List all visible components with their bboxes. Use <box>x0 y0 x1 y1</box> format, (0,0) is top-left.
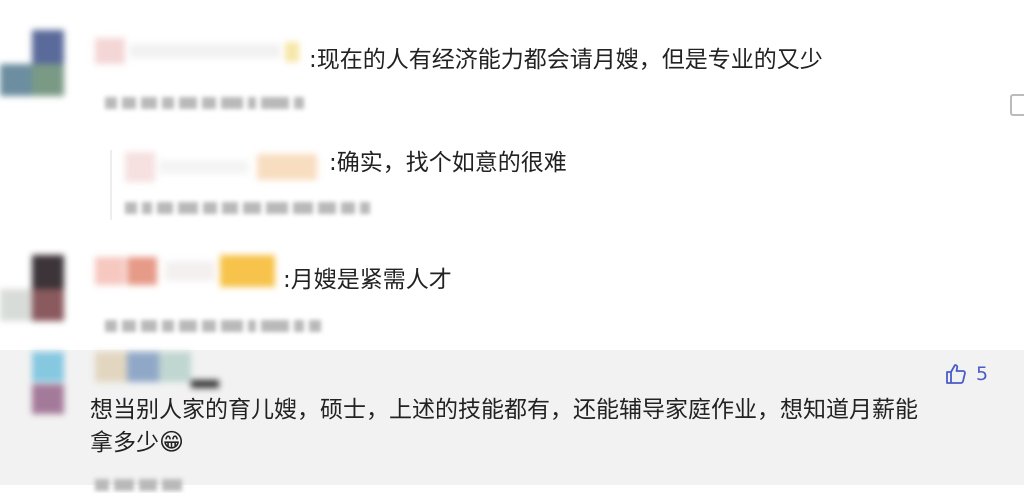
comment-meta <box>95 474 187 491</box>
comment-meta <box>105 92 309 109</box>
comment-meta <box>105 315 326 332</box>
featured-comment: 5 想当别人家的育儿嫂，硕士，上述的技能都有，还能辅导家庭作业，想知道月薪能 拿… <box>0 350 1024 491</box>
username[interactable] <box>125 152 325 182</box>
comment-text: 想当别人家的育儿嫂，硕士，上述的技能都有，还能辅导家庭作业，想知道月薪能 拿多少… <box>90 397 918 456</box>
username[interactable] <box>95 38 305 64</box>
comment-text: :月嫂是紧需人才 <box>283 267 452 293</box>
username[interactable] <box>95 255 285 287</box>
like-count: 5 <box>976 363 989 385</box>
avatar[interactable] <box>0 30 64 100</box>
thumbs-up-icon <box>946 364 966 384</box>
avatar[interactable] <box>0 255 64 325</box>
reply-divider <box>110 150 112 220</box>
comment-text: :现在的人有经济能力都会请月嫂，但是专业的又少 <box>309 47 823 73</box>
comment-text: :确实，找个如意的很难 <box>329 150 567 176</box>
grin-emoji-icon: 😁 <box>159 428 185 456</box>
username[interactable] <box>95 352 225 390</box>
comment-meta <box>125 197 375 214</box>
avatar[interactable] <box>32 352 68 416</box>
like-button[interactable]: 5 <box>944 360 994 388</box>
reply-icon[interactable] <box>1010 94 1024 116</box>
